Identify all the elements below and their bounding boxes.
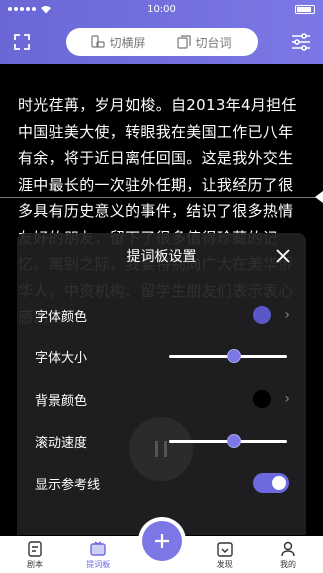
font-color-swatch[interactable]	[253, 306, 271, 324]
user-icon	[281, 541, 295, 557]
bg-color-label: 背景颜色	[35, 393, 88, 409]
tab-label: 发现	[216, 560, 233, 569]
copy-icon	[177, 35, 192, 49]
settings-sliders-icon[interactable]	[289, 30, 313, 54]
toggle-horizontal-button[interactable]: 切横屏	[91, 34, 146, 51]
panel-title: 提词板设置	[126, 249, 197, 265]
scroll-speed-slider[interactable]	[169, 434, 287, 448]
font-color-label: 字体颜色	[35, 309, 88, 325]
chevron-right-icon: ›	[284, 391, 290, 407]
font-size-row: 字体大小	[17, 341, 306, 371]
bg-color-row[interactable]: 背景颜色 ›	[17, 384, 306, 414]
tab-me[interactable]: 我的	[268, 540, 308, 570]
discover-icon	[217, 542, 233, 557]
close-icon[interactable]	[274, 247, 292, 265]
font-size-label: 字体大小	[35, 350, 88, 366]
scroll-speed-knob[interactable]	[226, 434, 241, 448]
status-bar: 10:00	[0, 0, 323, 18]
font-color-row[interactable]: 字体颜色 ›	[17, 300, 306, 330]
tab-prompter[interactable]: 提词板	[78, 540, 118, 570]
tab-label: 剧本	[27, 560, 43, 569]
tab-discover[interactable]: 发现	[205, 540, 245, 570]
signal-icon	[8, 7, 36, 11]
toggle-horizontal-label: 切横屏	[109, 35, 146, 50]
show-guide-row: 显示参考线	[17, 468, 306, 498]
status-time: 10:00	[147, 3, 176, 15]
mode-switch: 切横屏 切台词	[65, 28, 258, 56]
guide-arrow-icon	[315, 191, 323, 203]
toggle-script-label: 切台词	[195, 35, 232, 50]
scroll-speed-row: 滚动速度	[17, 426, 306, 456]
scroll-speed-label: 滚动速度	[35, 435, 88, 451]
font-size-slider[interactable]	[169, 349, 287, 363]
add-button[interactable]	[142, 521, 182, 561]
plus-icon	[155, 534, 169, 548]
battery-icon	[295, 4, 315, 14]
tab-label: 我的	[280, 560, 296, 569]
tab-label: 提词板	[86, 560, 111, 569]
fullscreen-icon[interactable]	[10, 30, 34, 54]
show-guide-label: 显示参考线	[35, 477, 101, 493]
show-guide-toggle[interactable]	[253, 473, 289, 493]
prompter-icon	[90, 541, 106, 556]
wifi-icon	[41, 5, 51, 13]
settings-panel: 提词板设置 字体颜色 › 字体大小 背景颜色 › 滚动速度 显示参考线	[17, 233, 306, 535]
tab-script[interactable]: 剧本	[15, 540, 55, 570]
toggle-script-button[interactable]: 切台词	[177, 34, 232, 51]
font-size-knob[interactable]	[226, 349, 241, 363]
app-header: 10:00 切横屏 切台词	[0, 0, 323, 64]
guide-line	[0, 197, 323, 198]
rotate-phone-icon	[91, 35, 106, 48]
chevron-right-icon: ›	[284, 307, 290, 323]
document-icon	[28, 541, 42, 557]
bg-color-swatch[interactable]	[253, 390, 271, 408]
